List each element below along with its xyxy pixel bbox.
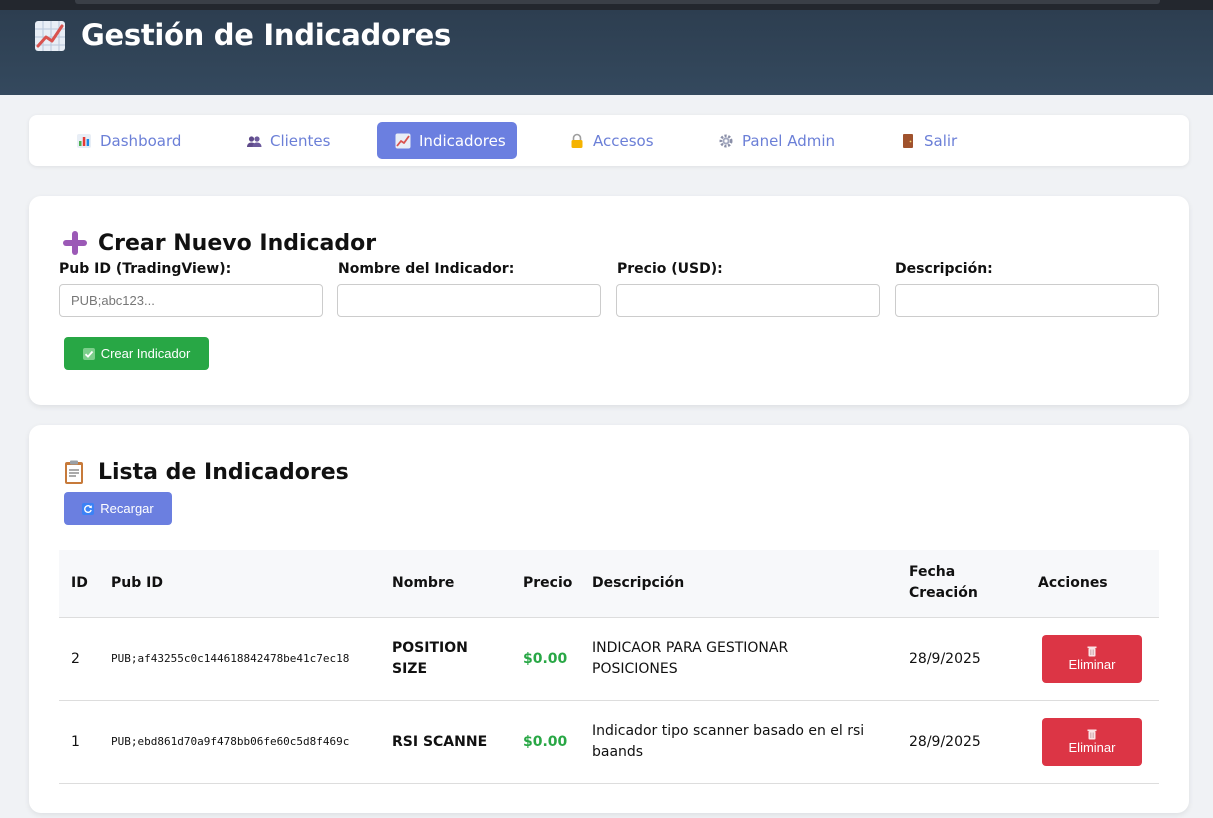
cell-description: Indicador tipo scanner basado en el rsi … xyxy=(592,700,909,784)
cell-actions: Eliminar xyxy=(1038,700,1159,784)
nav-item-label: Panel Admin xyxy=(742,131,836,150)
price-label: Precio (USD): xyxy=(617,261,723,277)
refresh-icon xyxy=(82,502,95,515)
price-input[interactable] xyxy=(616,284,880,317)
address-bar[interactable] xyxy=(75,0,1160,4)
nav-item-accesos[interactable]: Accesos xyxy=(569,122,654,159)
page-title: Gestión de Indicadores xyxy=(81,18,451,52)
cell-pub-id: PUB;ebd861d70a9f478bb06fe60c5d8f469c xyxy=(111,700,392,784)
main-nav: Dashboard Clientes Indicadores Accesos P… xyxy=(29,115,1189,166)
column-header-pub-id: Pub ID xyxy=(111,550,392,618)
create-button-label: Crear Indicador xyxy=(100,346,191,361)
gear-icon xyxy=(719,134,733,147)
create-section-title: Crear Nuevo Indicador xyxy=(62,230,376,256)
check-icon xyxy=(82,347,95,360)
column-header-date: Fecha Creación xyxy=(909,550,1038,618)
cell-id: 1 xyxy=(59,700,111,784)
clipboard-icon xyxy=(65,460,83,484)
delete-button-label: Eliminar xyxy=(1068,657,1116,672)
nav-item-salir[interactable]: Salir xyxy=(900,122,957,159)
column-header-actions: Acciones xyxy=(1038,550,1159,618)
create-title-text: Crear Nuevo Indicador xyxy=(98,230,377,256)
reload-button-label: Recargar xyxy=(100,501,154,516)
list-title-text: Lista de Indicadores xyxy=(98,459,349,485)
table-row: 2 PUB;af43255c0c144618842478be41c7ec18 P… xyxy=(59,617,1159,701)
chart-increasing-icon xyxy=(395,133,411,148)
trash-icon xyxy=(1087,729,1097,740)
nav-item-label: Dashboard xyxy=(100,131,182,150)
cell-price: $0.00 xyxy=(523,700,592,784)
nav-item-dashboard[interactable]: Dashboard xyxy=(76,122,181,159)
list-section-title: Lista de Indicadores xyxy=(62,459,349,485)
indicators-table: ID Pub ID Nombre Precio Descripción Fech… xyxy=(59,550,1159,784)
pub-id-label: Pub ID (TradingView): xyxy=(59,261,232,277)
door-icon xyxy=(903,133,913,148)
pub-id-input[interactable] xyxy=(59,284,323,317)
nav-item-label: Accesos xyxy=(593,131,654,150)
indicator-name-input[interactable] xyxy=(337,284,601,317)
cell-date: 28/9/2025 xyxy=(909,700,1038,784)
plus-icon xyxy=(63,231,87,255)
cell-pub-id: PUB;af43255c0c144618842478be41c7ec18 xyxy=(111,617,392,701)
delete-button[interactable]: Eliminar xyxy=(1042,634,1142,683)
cell-name: POSITION SIZE xyxy=(392,617,523,701)
description-input[interactable] xyxy=(895,284,1159,317)
table-header-row: ID Pub ID Nombre Precio Descripción Fech… xyxy=(59,550,1159,618)
description-label: Descripción: xyxy=(895,261,993,277)
bar-chart-icon xyxy=(77,133,91,148)
cell-price: $0.00 xyxy=(523,617,592,701)
table-row: 1 PUB;ebd861d70a9f478bb06fe60c5d8f469c R… xyxy=(59,700,1159,784)
browser-top-strip xyxy=(0,0,1213,10)
nav-item-label: Salir xyxy=(924,131,958,150)
nav-item-panel-admin[interactable]: Panel Admin xyxy=(718,122,835,159)
page-header: Gestión de Indicadores xyxy=(0,10,1213,95)
column-header-price: Precio xyxy=(523,550,592,618)
nav-item-label: Clientes xyxy=(270,131,331,150)
chart-increasing-icon xyxy=(35,21,65,51)
cell-actions: Eliminar xyxy=(1038,617,1159,701)
users-icon xyxy=(247,135,262,147)
cell-date: 28/9/2025 xyxy=(909,617,1038,701)
column-header-name: Nombre xyxy=(392,550,523,618)
indicator-list-card: Lista de Indicadores Recargar ID Pub ID … xyxy=(29,425,1189,813)
nav-item-label: Indicadores xyxy=(419,131,506,150)
indicator-name-label: Nombre del Indicador: xyxy=(338,261,515,277)
nav-item-indicadores[interactable]: Indicadores xyxy=(377,122,517,159)
nav-item-clientes[interactable]: Clientes xyxy=(246,122,330,159)
delete-button[interactable]: Eliminar xyxy=(1042,717,1142,766)
cell-id: 2 xyxy=(59,617,111,701)
cell-description: INDICAOR PARA GESTIONAR POSICIONES xyxy=(592,617,909,701)
create-indicator-card: Crear Nuevo Indicador Pub ID (TradingVie… xyxy=(29,196,1189,405)
column-header-description: Descripción xyxy=(592,550,909,618)
reload-button[interactable]: Recargar xyxy=(64,492,172,525)
lock-icon xyxy=(571,133,583,148)
delete-button-label: Eliminar xyxy=(1068,740,1116,755)
cell-name: RSI SCANNE xyxy=(392,700,523,784)
create-indicator-button[interactable]: Crear Indicador xyxy=(64,337,209,370)
column-header-id: ID xyxy=(59,550,111,618)
trash-icon xyxy=(1087,646,1097,657)
